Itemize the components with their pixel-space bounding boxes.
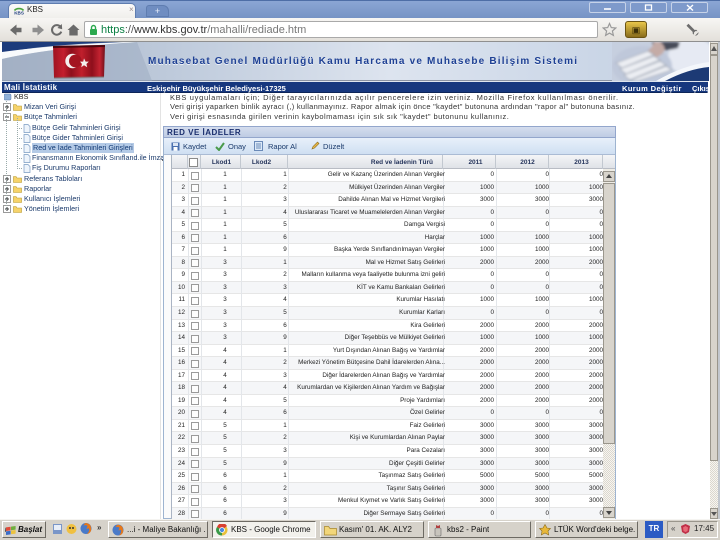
svg-text:KBS: KBS [14, 11, 24, 16]
